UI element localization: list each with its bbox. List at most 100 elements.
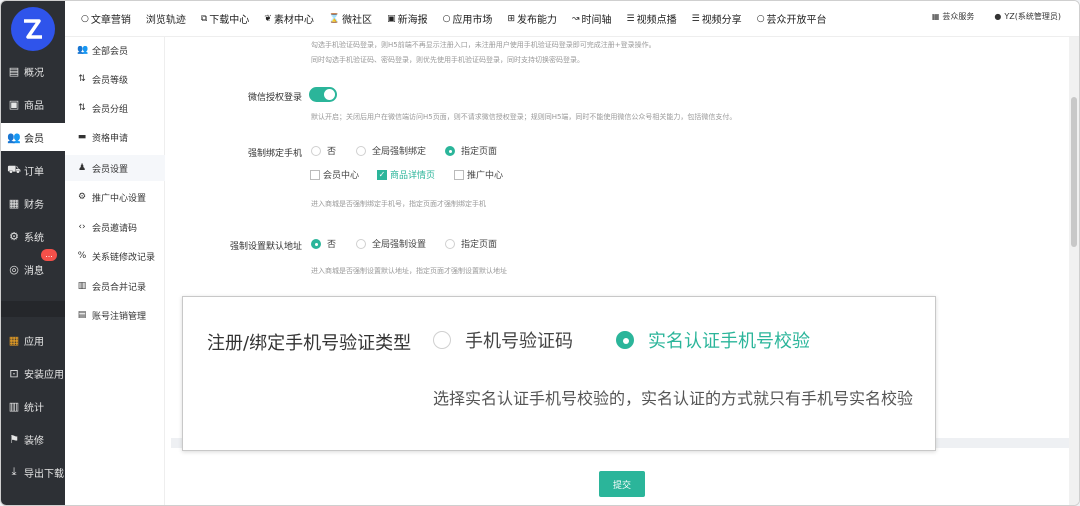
bind-phone-global[interactable]: 全局强制绑定 <box>356 144 426 157</box>
wechat-login-toggle[interactable] <box>309 87 337 102</box>
download-icon: ⤓ <box>11 465 17 478</box>
check-member-center[interactable]: 会员中心 <box>310 168 359 181</box>
link-icon: % <box>77 251 87 261</box>
checkbox-icon <box>454 169 464 180</box>
subnav-all-members[interactable]: 👥 全部会员 <box>65 37 165 63</box>
sidebar-item-messages[interactable]: ◎ 消息... <box>1 249 65 283</box>
nav-app-market[interactable]: ○ 应用市场 <box>442 11 493 27</box>
sidebar-item-apps[interactable]: ▦ 应用 <box>1 326 65 354</box>
gear-icon: ⚙ <box>77 192 87 202</box>
circle-icon: ○ <box>442 13 451 24</box>
bar-chart-icon: ▥ <box>77 281 87 291</box>
timeline-icon: ↝ <box>571 13 580 24</box>
sidebar-item-download[interactable]: ⤓ 导出下载 <box>1 458 65 486</box>
chart-icon: ▤ <box>8 64 20 78</box>
subnav-invite-code[interactable]: ‹› 会员邀请码 <box>65 214 165 240</box>
list-icon: ☰ <box>626 13 635 24</box>
member-subnav: 👥 全部会员 ⇅ 会员等级 ⇅ 会员分组 ▬ 资格申请 ♟ 会员设置 ⚙ 推广中心设置 ‹›… <box>65 37 165 505</box>
address-no[interactable]: 否 <box>311 237 336 250</box>
logo-icon <box>24 19 42 39</box>
image-icon: ▣ <box>387 13 396 24</box>
scrollbar[interactable] <box>1069 37 1079 505</box>
bind-phone-label: 强制绑定手机 <box>247 149 302 159</box>
logo[interactable] <box>11 7 55 51</box>
material-icon: ❦ <box>264 13 272 24</box>
community-icon: ⌛ <box>328 13 341 24</box>
subnav-member-group[interactable]: ⇅ 会员分组 <box>65 95 165 121</box>
file-icon: ▤ <box>77 310 87 320</box>
default-address-label: 强制设置默认地址 <box>229 242 302 252</box>
radio-icon <box>445 238 455 249</box>
grid-icon: ▦ <box>931 12 940 21</box>
verify-type-hint: 选择实名认证手机号校验的，实名认证的方式就只有手机号实名校验 <box>433 389 914 408</box>
verify-realname[interactable]: 实名认证手机号校验 <box>616 327 810 353</box>
checkbox-icon <box>310 169 320 180</box>
user-icon: ● <box>994 12 1002 21</box>
gear-icon: ⚙ <box>9 229 19 243</box>
plus-icon: ⊞ <box>507 13 515 24</box>
subnav-merge-log[interactable]: ▥ 会员合并记录 <box>65 273 165 299</box>
nav-new-poster[interactable]: ▣ 新海报 <box>387 11 428 27</box>
subnav-account-cancel[interactable]: ▤ 账号注销管理 <box>65 302 165 328</box>
nav-download-center[interactable]: ⧉ 下载中心 <box>201 11 249 27</box>
subnav-member-level[interactable]: ⇅ 会员等级 <box>65 66 165 92</box>
radio-icon <box>433 331 451 349</box>
bind-phone-no[interactable]: 否 <box>311 144 336 157</box>
sidebar-item-finance[interactable]: ▦ 财务 <box>1 189 65 217</box>
nav-article-marketing[interactable]: ○ 文章营销 <box>81 11 131 27</box>
nav-timeline[interactable]: ↝ 时间轴 <box>571 11 612 27</box>
users-icon: 👥 <box>77 45 89 55</box>
subnav-relation-log[interactable]: % 关系链修改记录 <box>65 243 165 269</box>
sidebar-item-stats[interactable]: ▥ 统计 <box>1 392 65 420</box>
finance-icon: ▦ <box>8 196 20 210</box>
submit-button[interactable]: 提交 <box>599 471 645 497</box>
subnav-member-settings[interactable]: ♟ 会员设置 <box>65 155 165 181</box>
default-address-hint: 进入商城是否强制设置默认地址，指定页面才强制设置默认地址 <box>311 267 507 275</box>
bind-phone-page[interactable]: 指定页面 <box>445 144 497 157</box>
list-icon: ☰ <box>691 13 700 24</box>
sidebar-item-members[interactable]: 👥 会员 <box>1 123 65 151</box>
sidebar-item-decorate[interactable]: ⚑ 装修 <box>1 425 65 453</box>
nav-publish[interactable]: ⊞ 发布能力 <box>507 11 557 27</box>
check-promotion-center[interactable]: 推广中心 <box>454 168 503 181</box>
address-global[interactable]: 全局强制设置 <box>356 237 426 250</box>
stats-icon: ▥ <box>8 399 20 413</box>
subnav-qualification[interactable]: ▬ 资格申请 <box>65 124 165 150</box>
service-link[interactable]: ▦ 芸众服务 <box>932 11 975 22</box>
nav-micro-community[interactable]: ⌛ 微社区 <box>328 11 372 27</box>
address-page[interactable]: 指定页面 <box>445 237 497 250</box>
sidebar-item-install[interactable]: ⊡ 安装应用 <box>1 359 65 387</box>
bind-phone-hint: 进入商城是否强制绑定手机号，指定页面才强制绑定手机 <box>311 200 486 208</box>
zoomed-verification-setting: 注册/绑定手机号验证类型 手机号验证码 实名认证手机号校验 选择实名认证手机号校… <box>182 296 936 451</box>
radio-icon <box>311 145 321 156</box>
radio-icon <box>356 238 366 249</box>
user-icon: 👥 <box>7 130 21 144</box>
message-icon: ◎ <box>9 262 19 276</box>
sidebar-item-overview[interactable]: ▤ 概况 <box>1 57 65 85</box>
check-product-detail[interactable]: ✓ 商品详情页 <box>377 168 435 181</box>
nav-video-vod[interactable]: ☰ 视频点播 <box>626 11 677 27</box>
wechat-login-hint: 默认开启；关闭后用户在微信端访问H5页面，则不请求微信授权登录；规则同H5端，同… <box>311 113 737 121</box>
sidebar-item-orders[interactable]: ⛟ 订单 <box>1 156 65 184</box>
nav-video-share[interactable]: ☰ 视频分享 <box>691 11 742 27</box>
nav-open-platform[interactable]: ○ 芸众开放平台 <box>757 11 827 27</box>
subnav-promotion-settings[interactable]: ⚙ 推广中心设置 <box>65 184 165 210</box>
top-nav: ○ 文章营销 浏览轨迹 ⧉ 下载中心 ❦ 素材中心 ⌛ 微社区 ▣ 新海报 ○ 应用市场 ⊞… <box>65 1 1079 37</box>
message-badge: ... <box>41 249 57 261</box>
nav-material-center[interactable]: ❦ 素材中心 <box>264 11 314 27</box>
apps-icon: ▦ <box>8 333 20 347</box>
verify-sms-code[interactable]: 手机号验证码 <box>433 327 573 353</box>
login-hint-2: 同时勾选手机验证码、密码登录，则优先使用手机验证码登录，同时支持切换密码登录。 <box>311 56 584 64</box>
sort-icon: ⇅ <box>78 74 86 84</box>
scrollbar-thumb[interactable] <box>1071 97 1077 247</box>
cart-icon: ⛟ <box>7 162 21 176</box>
nav-browse-track[interactable]: 浏览轨迹 <box>146 11 186 26</box>
user-icon: ♟ <box>77 163 87 173</box>
verify-type-label: 注册/绑定手机号验证类型 <box>207 333 412 354</box>
radio-icon <box>356 145 366 156</box>
sidebar-item-goods[interactable]: ▣ 商品 <box>1 90 65 118</box>
user-menu[interactable]: ● YZ(系统管理员) <box>994 11 1061 22</box>
checkbox-checked-icon: ✓ <box>377 169 387 180</box>
sidebar-item-system[interactable]: ⚙ 系统 <box>1 222 65 250</box>
radio-checked-icon <box>616 331 634 349</box>
